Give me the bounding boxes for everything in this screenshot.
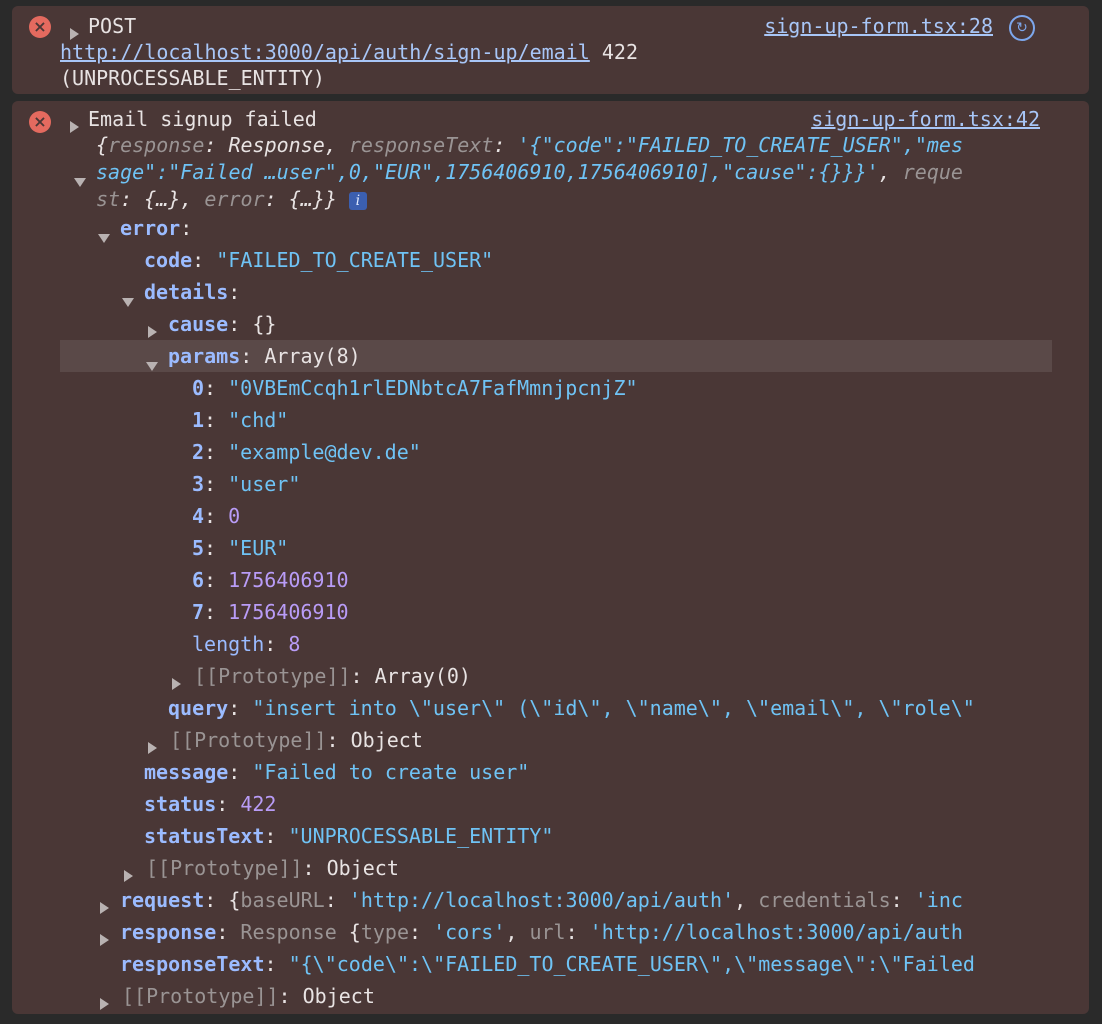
info-badge[interactable]: i <box>348 191 367 210</box>
prop-prototype-array[interactable]: [[Prototype]]: Array(0) <box>194 660 1052 692</box>
prop-details[interactable]: details: <box>144 276 1052 308</box>
prop-error[interactable]: error: <box>120 212 1052 244</box>
param-index: 5 <box>192 536 205 560</box>
expand-arrow-icon[interactable] <box>70 113 79 137</box>
prop-status: status: 422 <box>144 792 277 816</box>
prop-code: code: "FAILED_TO_CREATE_USER" <box>144 248 494 272</box>
prop-length: length: 8 <box>192 632 301 656</box>
prop-prototype-details[interactable]: [[Prototype]]: Object <box>170 724 1052 756</box>
network-panel-icon[interactable]: ↻ <box>1009 15 1035 41</box>
param-value: 1756406910 <box>228 600 349 624</box>
param-index: 7 <box>192 600 205 624</box>
param-value: 0 <box>228 504 241 528</box>
status-text: (UNPROCESSABLE_ENTITY) <box>60 66 325 90</box>
param-row: 6: 1756406910 <box>192 568 349 592</box>
param-row: 7: 1756406910 <box>192 600 349 624</box>
param-index: 6 <box>192 568 205 592</box>
expand-arrow-icon[interactable] <box>148 734 157 758</box>
param-index: 1 <box>192 408 205 432</box>
source-link[interactable]: sign-up-form.tsx:28 <box>764 10 993 42</box>
expand-arrow-icon[interactable] <box>100 894 109 918</box>
param-row: 2: "example@dev.de" <box>192 440 421 464</box>
prop-prototype-error[interactable]: [[Prototype]]: Object <box>146 852 1052 884</box>
expand-arrow-icon[interactable] <box>148 318 157 342</box>
collapse-arrow-icon[interactable] <box>98 225 110 249</box>
expand-arrow-icon[interactable] <box>172 670 181 694</box>
param-index: 4 <box>192 504 205 528</box>
param-index: 0 <box>192 376 205 400</box>
request-url-link[interactable]: http://localhost:3000/api/auth/sign-up/e… <box>60 40 590 64</box>
collapse-arrow-icon[interactable] <box>146 353 158 377</box>
console-entry-signup-failed: × Email signup failed sign-up-form.tsx:4… <box>12 101 1089 1014</box>
object-preview-line-3[interactable]: st: {…}, error: {…}} i <box>96 183 1052 215</box>
expand-arrow-icon[interactable] <box>100 926 109 950</box>
prop-query: query: "insert into \"user\" (\"id\", \"… <box>168 696 975 720</box>
param-value: 1756406910 <box>228 568 349 592</box>
collapse-arrow-icon[interactable] <box>122 289 134 313</box>
prop-message: message: "Failed to create user" <box>144 760 530 784</box>
prop-cause[interactable]: cause: {} <box>168 308 1052 340</box>
param-row: 3: "user" <box>192 472 301 496</box>
error-icon: × <box>29 16 51 38</box>
param-value: "chd" <box>228 408 289 432</box>
prop-prototype-object[interactable]: [[Prototype]]: Object <box>122 980 1052 1012</box>
error-icon: × <box>29 111 51 133</box>
param-value: "user" <box>228 472 301 496</box>
console-entry-network-error: × POST sign-up-form.tsx:28 ↻ http://loca… <box>12 6 1089 94</box>
prop-request[interactable]: request: {baseURL: 'http://localhost:300… <box>120 884 1052 916</box>
param-value: "EUR" <box>228 536 289 560</box>
prop-params[interactable]: params: Array(8) <box>168 340 1052 372</box>
param-row: 4: 0 <box>192 504 241 528</box>
param-row: 0: "0VBEmCcqh1rlEDNbtcA7FafMmnjpcnjZ" <box>192 376 638 400</box>
expand-arrow-icon[interactable] <box>100 990 109 1014</box>
collapse-arrow-icon[interactable] <box>74 169 86 193</box>
param-index: 3 <box>192 472 205 496</box>
expand-arrow-icon[interactable] <box>124 862 133 886</box>
param-row: 1: "chd" <box>192 408 289 432</box>
param-value: "example@dev.de" <box>228 440 421 464</box>
param-value: "0VBEmCcqh1rlEDNbtcA7FafMmnjpcnjZ" <box>228 376 638 400</box>
prop-responseText: responseText: "{\"code\":\"FAILED_TO_CRE… <box>120 952 975 976</box>
prop-statusText: statusText: "UNPROCESSABLE_ENTITY" <box>144 824 554 848</box>
param-row: 5: "EUR" <box>192 536 289 560</box>
prop-response[interactable]: response: Response {type: 'cors', url: '… <box>120 916 1052 948</box>
status-code: 422 <box>601 40 638 64</box>
param-index: 2 <box>192 440 205 464</box>
